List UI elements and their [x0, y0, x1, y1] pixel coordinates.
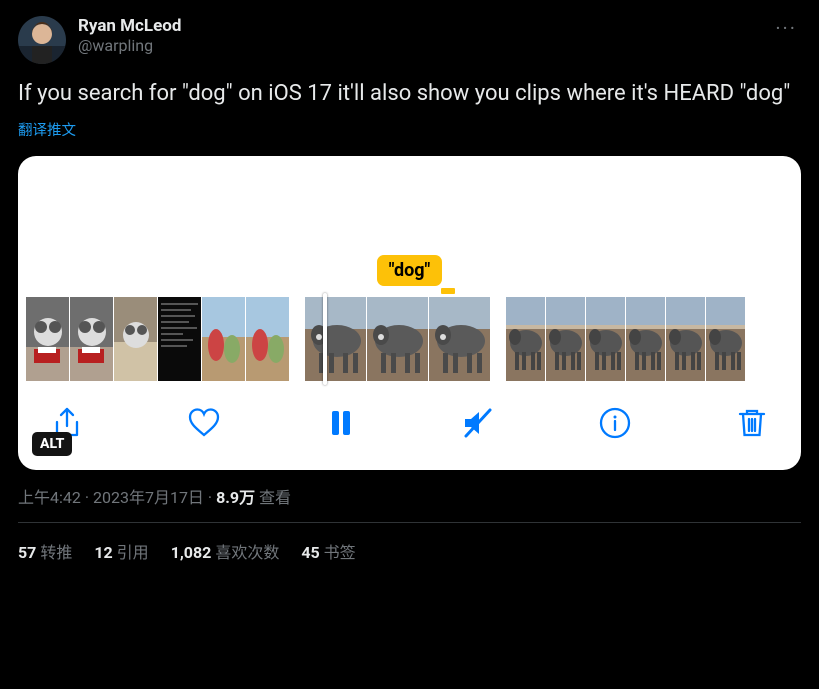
thumbnail — [586, 297, 625, 381]
pause-icon[interactable] — [320, 402, 362, 444]
tweet-stats: 57 转推 12 引用 1,082 喜欢次数 45 书签 — [18, 523, 801, 563]
thumbnail — [202, 297, 245, 381]
avatar[interactable] — [18, 16, 66, 64]
playhead[interactable] — [323, 293, 327, 385]
match-marker — [441, 288, 455, 294]
caption-row: "dog" — [18, 256, 801, 286]
alt-badge[interactable]: ALT — [32, 432, 72, 456]
heart-icon[interactable] — [183, 402, 225, 444]
author-name-block[interactable]: Ryan McLeod @warpling — [78, 16, 763, 55]
thumbnail — [26, 297, 69, 381]
thumbnail — [546, 297, 585, 381]
thumbnail — [626, 297, 665, 381]
info-icon[interactable] — [594, 402, 636, 444]
trash-icon[interactable] — [731, 402, 773, 444]
clip-group-2[interactable] — [305, 297, 490, 381]
thumbnail — [429, 297, 490, 381]
thumbnail — [158, 297, 201, 381]
stat-likes[interactable]: 1,082 喜欢次数 — [171, 539, 280, 563]
display-name: Ryan McLeod — [78, 16, 763, 36]
thumbnail — [506, 297, 545, 381]
views-count: 8.9万 — [216, 488, 255, 507]
handle: @warpling — [78, 36, 763, 55]
mute-icon[interactable] — [457, 402, 499, 444]
clip-group-3[interactable] — [506, 297, 745, 381]
stat-retweets[interactable]: 57 转推 — [18, 539, 72, 563]
media-controls — [18, 382, 801, 470]
caption-pill: "dog" — [377, 255, 443, 286]
thumbnail — [666, 297, 705, 381]
tweet-date: 2023年7月17日 — [93, 488, 204, 507]
views-label: 查看 — [259, 488, 291, 507]
media-blank-area — [18, 156, 801, 256]
tweet-text: If you search for "dog" on iOS 17 it'll … — [18, 78, 801, 109]
thumbnail — [305, 297, 366, 381]
more-icon[interactable]: ··· — [775, 16, 797, 40]
tweet-header: Ryan McLeod @warpling ··· — [18, 16, 801, 64]
translate-link[interactable]: 翻译推文 — [18, 119, 801, 140]
timeline-thumbnails[interactable] — [18, 286, 801, 382]
tweet-container: Ryan McLeod @warpling ··· If you search … — [0, 0, 819, 563]
tweet-time: 上午4:42 — [18, 488, 81, 507]
media-card[interactable]: "dog" — [18, 156, 801, 470]
stat-bookmarks[interactable]: 45 书签 — [301, 539, 355, 563]
thumbnail — [114, 297, 157, 381]
thumbnail — [70, 297, 113, 381]
clip-group-1[interactable] — [26, 297, 289, 381]
thumbnail — [367, 297, 428, 381]
thumbnail — [706, 297, 745, 381]
stat-quotes[interactable]: 12 引用 — [94, 539, 148, 563]
thumbnail — [246, 297, 289, 381]
timestamp-line[interactable]: 上午4:42 · 2023年7月17日 · 8.9万 查看 — [18, 484, 801, 508]
